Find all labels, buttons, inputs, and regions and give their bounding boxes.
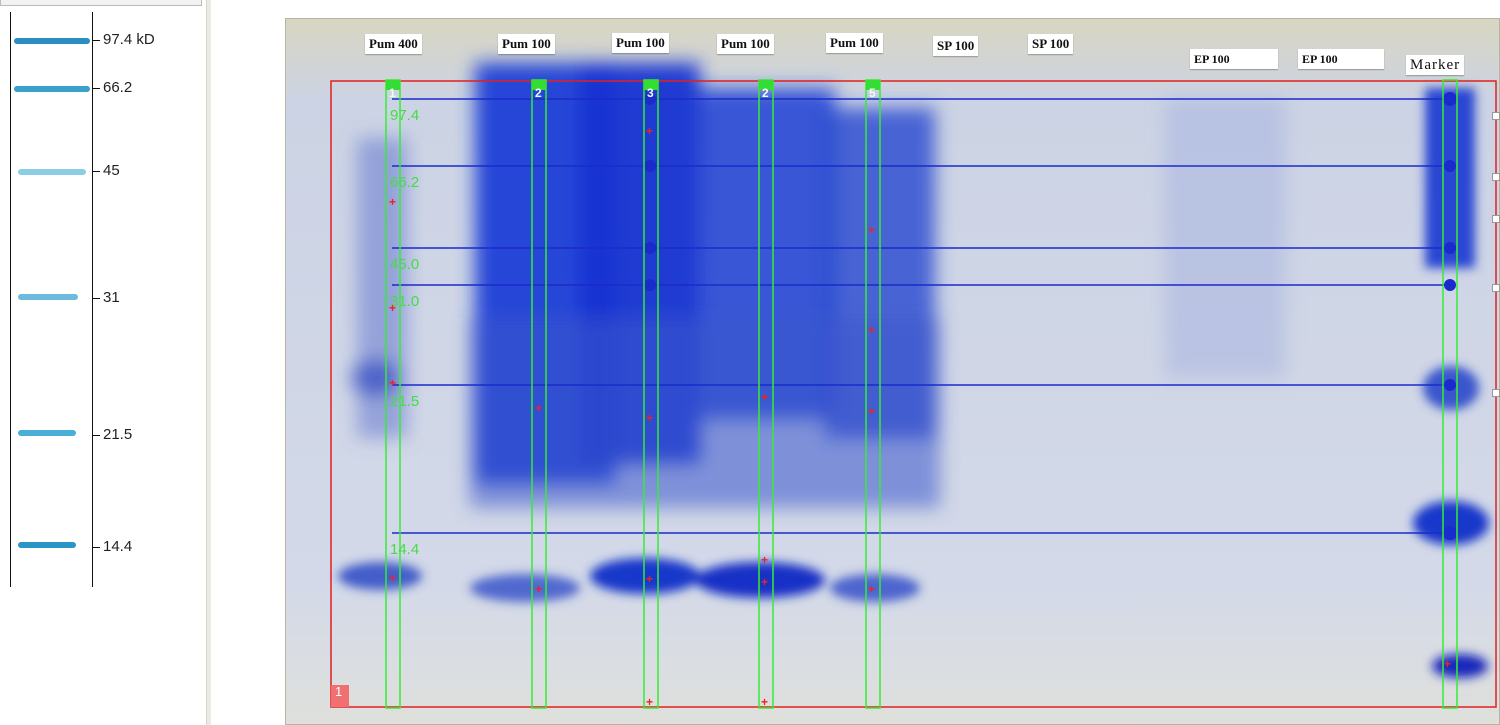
band-marker[interactable]: + — [535, 402, 542, 414]
ladder-band-45 — [18, 169, 86, 175]
band-marker[interactable]: + — [761, 576, 768, 588]
ladder-label-31: 31 — [103, 289, 120, 306]
ladder-band-21 — [18, 430, 76, 436]
tick-14 — [92, 547, 100, 548]
lane-label-4: Pum 100 — [717, 34, 774, 54]
lane-number-4: 2 — [762, 86, 769, 100]
lane-number-1: 1 — [389, 86, 396, 100]
lane-number-2: 2 — [535, 86, 542, 100]
lane-label-6: SP 100 — [933, 36, 979, 56]
ladder-band-97 — [14, 38, 90, 44]
marker-value-97: 97.4 — [390, 107, 420, 124]
band-marker[interactable]: + — [535, 583, 542, 595]
band-marker[interactable]: + — [389, 377, 396, 389]
analysis-box-number: 1 — [335, 684, 343, 699]
gel-image[interactable] — [285, 18, 1500, 725]
band-marker[interactable]: + — [1444, 658, 1451, 670]
ladder-left-rule — [10, 12, 11, 587]
ladder-label-45: 45 — [103, 162, 120, 179]
side-handle[interactable] — [1492, 389, 1500, 397]
lane-label-9: EP 100 — [1298, 49, 1384, 69]
side-handle[interactable] — [1492, 215, 1500, 223]
ladder-scale-rule — [92, 12, 93, 587]
lane-number-5: 5 — [869, 86, 876, 100]
marker-value-14: 14.4 — [390, 541, 420, 558]
tick-66 — [92, 88, 100, 89]
band-marker[interactable]: + — [868, 583, 875, 595]
lane-label-1: Pum 400 — [365, 34, 422, 54]
lane-label-2: Pum 100 — [498, 34, 555, 54]
band-marker[interactable]: + — [646, 696, 653, 708]
ladder-label-21: 21.5 — [103, 426, 133, 443]
band-marker[interactable]: + — [389, 302, 396, 314]
lane-label-7: SP 100 — [1028, 34, 1074, 54]
marker-value-45: 45.0 — [390, 256, 420, 273]
ladder-band-66 — [14, 86, 90, 92]
band-marker[interactable]: + — [646, 412, 653, 424]
top-scroll-edge — [0, 0, 202, 6]
marker-value-66: 66.2 — [390, 174, 420, 191]
band-marker[interactable]: + — [868, 324, 875, 336]
stain-lane-faint — [1165, 98, 1285, 378]
band-marker[interactable]: + — [761, 554, 768, 566]
tick-45 — [92, 171, 100, 172]
side-handle[interactable] — [1492, 112, 1500, 120]
side-handle[interactable] — [1492, 173, 1500, 181]
gel-analysis-window: 97.4 kD 66.2 45 31 21.5 14.4 Pum 400 Pum… — [0, 0, 1500, 725]
marker-value-21: 21.5 — [390, 393, 420, 410]
tick-97 — [92, 40, 100, 41]
lane-number-3: 3 — [647, 86, 654, 100]
band-marker[interactable]: + — [646, 573, 653, 585]
ladder-band-31 — [18, 294, 78, 300]
lane-label-3: Pum 100 — [612, 33, 669, 53]
side-handle[interactable] — [1492, 284, 1500, 292]
band-marker[interactable]: + — [868, 224, 875, 236]
band-marker[interactable]: + — [646, 125, 653, 137]
band-marker[interactable]: + — [389, 196, 396, 208]
ladder-band-14 — [18, 542, 76, 548]
panel-divider[interactable] — [206, 0, 211, 725]
band-marker[interactable]: + — [761, 391, 768, 403]
tick-31 — [92, 298, 100, 299]
ladder-label-97: 97.4 kD — [103, 31, 155, 48]
ladder-label-66: 66.2 — [103, 79, 133, 96]
lane-label-marker: Marker — [1406, 55, 1465, 75]
band-marker[interactable]: + — [761, 696, 768, 708]
reference-ladder-panel: 97.4 kD 66.2 45 31 21.5 14.4 — [0, 0, 210, 725]
band-marker[interactable]: + — [389, 572, 396, 584]
band-marker[interactable]: + — [868, 405, 875, 417]
tick-21 — [92, 435, 100, 436]
lane-label-5: Pum 100 — [826, 33, 883, 53]
lane-label-8: EP 100 — [1190, 49, 1278, 69]
ladder-label-14: 14.4 — [103, 538, 133, 555]
